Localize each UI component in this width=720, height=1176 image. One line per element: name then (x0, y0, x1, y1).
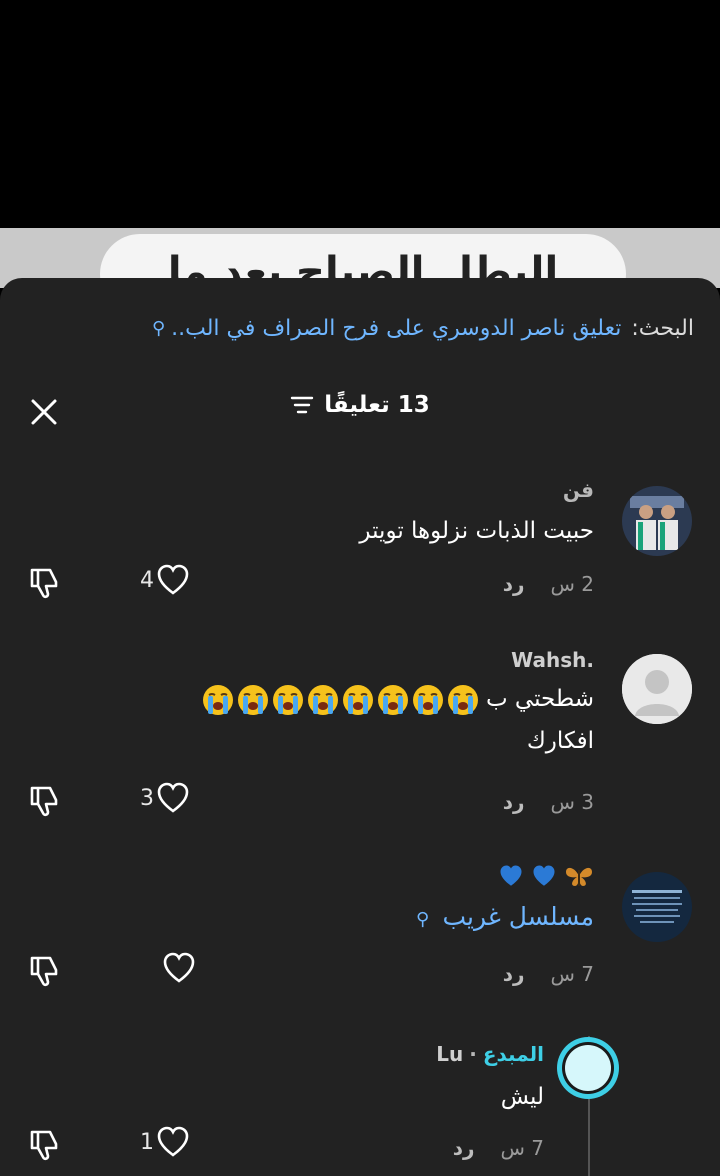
loudly-crying-emoji-icon (342, 684, 373, 715)
comment-text-line2: افكارك (526, 728, 594, 754)
comment-text-prefix: شطحتي ب (485, 686, 594, 712)
loudly-crying-emoji-icon (412, 684, 443, 715)
like-count: 3 (140, 785, 154, 811)
comment-meta: 7 س رد (453, 1136, 544, 1160)
comment-time: 7 س (500, 1136, 544, 1160)
avatar[interactable] (622, 872, 692, 942)
dislike-button[interactable] (26, 566, 62, 600)
avatar[interactable] (556, 1036, 620, 1100)
loudly-crying-emoji-icon (237, 684, 268, 715)
heart-icon (163, 952, 195, 983)
dislike-button[interactable] (26, 784, 62, 818)
heart-icon (157, 782, 189, 813)
creator-badge: المبدع (482, 1042, 544, 1066)
blue-heart-icon (531, 864, 557, 888)
thumbs-down-icon (30, 786, 58, 817)
loudly-crying-emoji-icon (202, 684, 233, 715)
comment-username[interactable]: Lu (436, 1042, 463, 1066)
comment-username-row: المبدع · Lu (436, 1042, 544, 1066)
loudly-crying-emoji-icon (307, 684, 338, 715)
comment-hashtag-link[interactable]: مسلسل غريب ⚲ (416, 896, 594, 941)
thumbs-down-icon (30, 1130, 58, 1161)
comment-username[interactable]: Wahsh. (511, 648, 594, 672)
like-button[interactable]: 1 (140, 1126, 190, 1158)
search-icon: ⚲ (415, 909, 430, 930)
search-icon: ⚲ (151, 317, 166, 339)
filter-icon[interactable] (290, 395, 314, 415)
loudly-crying-emoji-icon (447, 684, 478, 715)
reply-button[interactable]: رد (503, 572, 525, 596)
like-button[interactable]: 3 (140, 782, 190, 814)
reply-button[interactable]: رد (503, 962, 525, 986)
like-button[interactable]: 4 (140, 564, 190, 596)
crying-emoji-row (202, 684, 479, 716)
search-term-link[interactable]: تعليق ناصر الدوسري على فرح الصراف في الب… (171, 316, 621, 341)
comment-username[interactable]: فن (563, 478, 594, 502)
butterfly-icon (564, 864, 594, 888)
like-count: 1 (140, 1129, 154, 1155)
avatar[interactable] (622, 486, 692, 556)
comment-meta: 2 س رد (503, 572, 594, 596)
like-button[interactable] (160, 952, 196, 984)
heart-icon (157, 564, 189, 595)
comments-sheet: البحث: تعليق ناصر الدوسري على فرح الصراف… (0, 278, 720, 1176)
comment-text: شطحتي ب افكارك (94, 678, 594, 762)
dislike-button[interactable] (26, 954, 62, 988)
comments-header: 13 تعليقًا (0, 392, 720, 418)
comment-meta: 3 س رد (503, 790, 594, 814)
video-player-top[interactable] (0, 0, 720, 228)
loudly-crying-emoji-icon (272, 684, 303, 715)
thumbs-down-icon (30, 568, 58, 599)
separator: · (469, 1042, 477, 1066)
like-count: 4 (140, 567, 154, 593)
comment-time: 3 س (550, 790, 594, 814)
comment-time: 2 س (550, 572, 594, 596)
reply-button[interactable]: رد (453, 1136, 475, 1160)
heart-icon (157, 1126, 189, 1157)
comment-meta: 7 س رد (503, 962, 594, 986)
blue-heart-icon (498, 864, 524, 888)
dislike-button[interactable] (26, 1128, 62, 1162)
comments-count-title: 13 تعليقًا (324, 392, 430, 418)
thumbs-down-icon (30, 956, 58, 987)
reply-button[interactable]: رد (503, 790, 525, 814)
comment-time: 7 س (550, 962, 594, 986)
comment-username-emojis[interactable] (498, 862, 594, 888)
search-label: البحث: (631, 315, 694, 341)
comment-text: ليش (500, 1084, 544, 1110)
hashtag-text: مسلسل غريب (442, 902, 594, 931)
search-suggestion[interactable]: البحث: تعليق ناصر الدوسري على فرح الصراف… (152, 308, 694, 348)
avatar[interactable] (622, 654, 692, 724)
comment-text: حبيت الذبات نزلوها تويتر (359, 518, 594, 544)
loudly-crying-emoji-icon (377, 684, 408, 715)
